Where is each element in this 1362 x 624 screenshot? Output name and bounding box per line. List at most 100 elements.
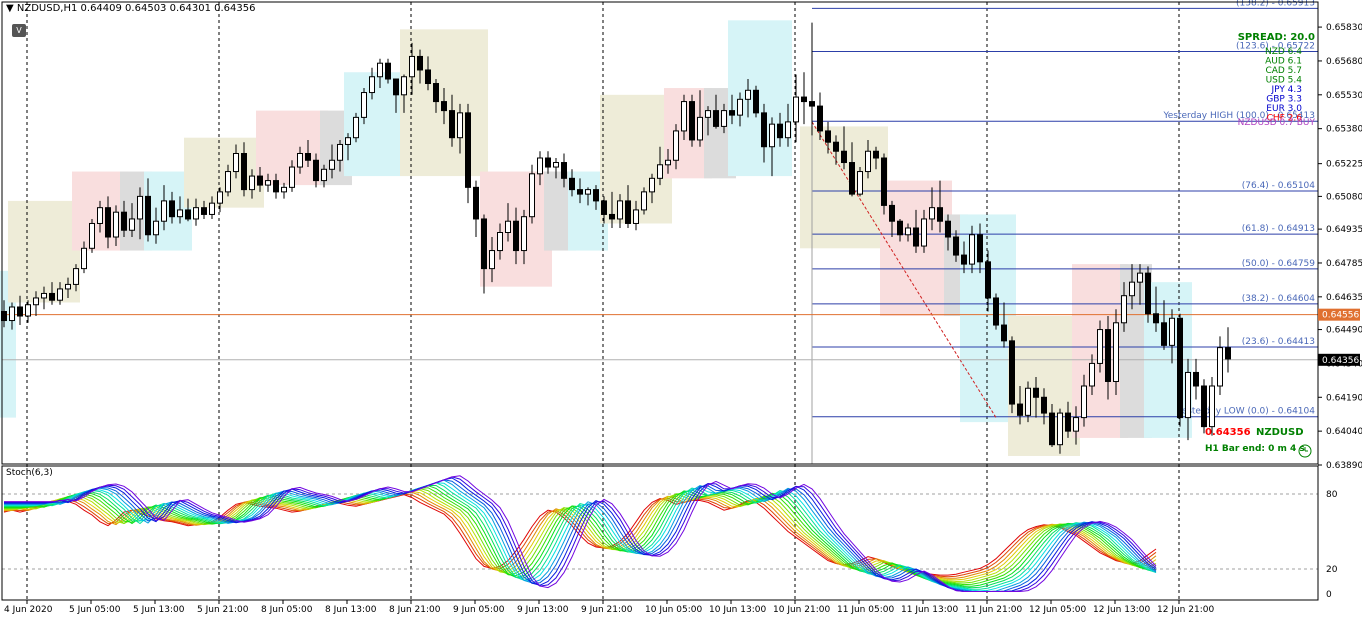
candle-body bbox=[857, 171, 863, 195]
candle-body bbox=[17, 306, 23, 317]
candle-body bbox=[1177, 317, 1183, 419]
candle-body bbox=[817, 105, 823, 132]
candle-body bbox=[1057, 412, 1063, 446]
fib-label: (23.6) - 0.64413 bbox=[1242, 337, 1315, 347]
candle-body bbox=[993, 297, 999, 326]
candle-body bbox=[281, 186, 287, 193]
candle-body bbox=[721, 110, 727, 127]
candle-body bbox=[785, 121, 791, 139]
candle-body bbox=[1121, 295, 1127, 324]
candle-body bbox=[1097, 329, 1103, 364]
candle-body bbox=[569, 177, 575, 191]
candle-body bbox=[1169, 317, 1175, 346]
candle-body bbox=[577, 189, 583, 195]
candle-body bbox=[209, 202, 215, 215]
time-tick-label: 9 Jun 05:00 bbox=[453, 605, 505, 615]
candle-body bbox=[1153, 313, 1159, 324]
currency-strength: GBP 3.3 bbox=[1266, 95, 1302, 105]
candle-body bbox=[545, 157, 551, 168]
candle-body bbox=[73, 268, 79, 285]
candle-body bbox=[753, 89, 759, 114]
price-tick-label: 0.65680 bbox=[1326, 57, 1362, 67]
time-tick-label: 10 Jun 13:00 bbox=[709, 605, 766, 615]
stoch-tick-label: 20 bbox=[1326, 565, 1338, 575]
price-tick-label: 0.65830 bbox=[1326, 23, 1362, 33]
candle-body bbox=[161, 200, 167, 222]
price-tick-label: 0.64040 bbox=[1326, 427, 1362, 437]
candle-body bbox=[449, 110, 455, 139]
fib-label: (138.2) - 0.65913 bbox=[1236, 0, 1315, 8]
bar-end-text: H1 Bar end: 0 m 4 s bbox=[1205, 444, 1305, 454]
spread-text: SPREAD: 20.0 bbox=[1238, 32, 1315, 43]
chart-window[interactable]: (138.2) - 0.65913 (123.6) - 0.65722 Yester… bbox=[0, 0, 1362, 621]
currency-strength: USD 5.4 bbox=[1266, 76, 1303, 86]
candle-body bbox=[145, 195, 151, 236]
candle-body bbox=[225, 171, 231, 193]
candle-body bbox=[849, 162, 855, 195]
candle-body bbox=[441, 101, 447, 112]
zone-yellow bbox=[1008, 316, 1080, 456]
candle-body bbox=[929, 207, 935, 220]
candle-body bbox=[217, 191, 223, 204]
time-tick-label: 5 Jun 13:00 bbox=[133, 605, 185, 615]
candle-body bbox=[57, 288, 63, 301]
candle-body bbox=[1001, 324, 1007, 342]
candle-body bbox=[881, 157, 887, 206]
price-tick-label: 0.64785 bbox=[1326, 259, 1362, 269]
candle-body bbox=[1209, 385, 1215, 428]
candle-body bbox=[769, 123, 775, 148]
time-tick-label: 11 Jun 13:00 bbox=[901, 605, 958, 615]
panel-pair: NZDUSD bbox=[1256, 427, 1304, 438]
stoch-tick-label: 80 bbox=[1326, 490, 1338, 500]
time-tick-label: 12 Jun 13:00 bbox=[1093, 605, 1150, 615]
v-button[interactable]: V bbox=[12, 24, 26, 37]
candle-body bbox=[905, 227, 911, 236]
candle-body bbox=[1193, 371, 1199, 387]
time-tick-label: 5 Jun 05:00 bbox=[69, 605, 121, 615]
candle-body bbox=[1185, 371, 1191, 419]
candle-body bbox=[1089, 362, 1095, 387]
chart-canvas[interactable]: (138.2) - 0.65913(123.6) - 0.65722Yester… bbox=[0, 0, 1362, 621]
candle-body bbox=[265, 180, 271, 186]
time-tick-label: 8 Jun 05:00 bbox=[261, 605, 313, 615]
candle-body bbox=[417, 55, 423, 71]
candle-body bbox=[1113, 322, 1119, 382]
time-tick-label: 9 Jun 13:00 bbox=[517, 605, 569, 615]
candle-body bbox=[1009, 340, 1015, 405]
candle-body bbox=[377, 62, 383, 78]
candle-body bbox=[233, 152, 239, 173]
time-tick-label: 5 Jun 21:00 bbox=[197, 605, 249, 615]
candle-body bbox=[361, 92, 367, 118]
candle-body bbox=[745, 89, 751, 100]
current-price-text: 0.64356 bbox=[1322, 356, 1359, 366]
price-tick-label: 0.63890 bbox=[1326, 461, 1362, 471]
fib-label: (38.2) - 0.64604 bbox=[1242, 294, 1316, 304]
candle-body bbox=[345, 137, 351, 145]
candle-body bbox=[169, 200, 175, 218]
candle-body bbox=[425, 69, 431, 85]
candle-body bbox=[33, 297, 39, 306]
price-tick-label: 0.64635 bbox=[1326, 293, 1362, 303]
candle-body bbox=[1137, 272, 1143, 283]
candle-body bbox=[761, 112, 767, 148]
candle-body bbox=[1033, 387, 1039, 398]
candle-body bbox=[1073, 417, 1079, 432]
candle-body bbox=[257, 175, 263, 186]
candle-body bbox=[561, 162, 567, 179]
time-tick-label: 9 Jun 21:00 bbox=[581, 605, 633, 615]
candle-body bbox=[809, 101, 815, 107]
candle-body bbox=[433, 83, 439, 103]
candle-body bbox=[649, 177, 655, 193]
fib-label: (50.0) - 0.64759 bbox=[1242, 259, 1316, 269]
candle-body bbox=[1025, 387, 1031, 416]
previous-close-text: 0.64556 bbox=[1322, 311, 1359, 321]
time-tick-label: 11 Jun 05:00 bbox=[837, 605, 894, 615]
candle-body bbox=[385, 62, 391, 80]
candle-body bbox=[49, 292, 55, 301]
triangle-down-icon[interactable]: ▼ bbox=[6, 3, 14, 14]
candle-body bbox=[945, 220, 951, 238]
candle-body bbox=[529, 173, 535, 218]
candle-body bbox=[985, 261, 991, 299]
time-tick-label: 10 Jun 05:00 bbox=[645, 605, 702, 615]
candle-body bbox=[977, 234, 983, 263]
